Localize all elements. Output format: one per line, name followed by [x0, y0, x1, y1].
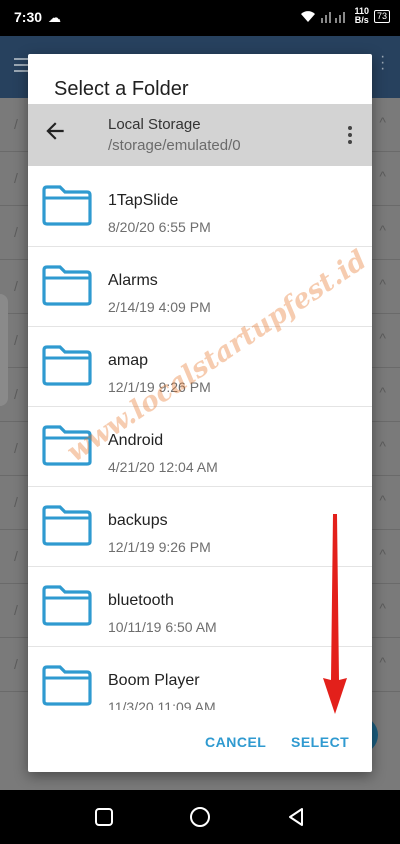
status-icons: 110 B/s 73	[300, 7, 390, 25]
cloud-icon: ☁	[48, 10, 61, 25]
folder-icon	[42, 345, 92, 386]
folder-name: Alarms	[108, 272, 158, 289]
folder-name: Boom Player	[108, 672, 200, 689]
folder-name: 1TapSlide	[108, 192, 179, 209]
folder-date: 8/20/20 6:55 PM	[108, 219, 211, 235]
folder-date: 4/21/20 12:04 AM	[108, 459, 218, 475]
location-title: Local Storage	[108, 116, 201, 133]
folder-name: bluetooth	[108, 592, 174, 609]
wifi-icon	[301, 11, 316, 22]
more-vert-icon: · · ·	[380, 48, 386, 77]
back-triangle-icon[interactable]	[284, 805, 308, 829]
folder-icon	[42, 265, 92, 306]
status-time: 7:30	[14, 9, 43, 25]
signal-icon	[321, 12, 346, 23]
more-vert-icon[interactable]	[348, 126, 352, 147]
folder-name: backups	[108, 512, 168, 529]
battery-icon: 73	[373, 9, 390, 23]
status-bar: 7:30 ☁ 110 B/s 73	[0, 0, 400, 36]
red-arrow-annotation	[323, 514, 347, 714]
folder-icon	[42, 505, 92, 546]
folder-item[interactable]: 1TapSlide 8/20/20 6:55 PM	[28, 166, 372, 247]
dialog-actions: CANCEL SELECT	[28, 710, 372, 772]
folder-date: 12/1/19 9:26 PM	[108, 539, 211, 555]
recents-square-icon[interactable]	[92, 805, 116, 829]
network-speed: 110 B/s	[354, 7, 369, 25]
folder-icon	[42, 665, 92, 706]
location-path: /storage/emulated/0	[108, 137, 241, 154]
folder-date: 10/11/19 6:50 AM	[108, 619, 217, 635]
network-speed-unit: B/s	[354, 15, 369, 25]
battery-level: 73	[376, 10, 387, 21]
folder-icon	[42, 185, 92, 226]
cancel-button[interactable]: CANCEL	[205, 734, 266, 750]
home-circle-icon[interactable]	[188, 805, 212, 829]
drawer-handle	[0, 294, 8, 406]
folder-name: amap	[108, 352, 149, 369]
select-button[interactable]: SELECT	[291, 734, 349, 750]
dialog-title: Select a Folder	[54, 78, 189, 100]
navigation-bar	[0, 790, 400, 844]
folder-date: 11/3/20 11:09 AM	[108, 699, 216, 710]
back-arrow-icon[interactable]	[42, 118, 68, 144]
folder-icon	[42, 585, 92, 626]
path-bar: Local Storage /storage/emulated/0	[28, 104, 372, 166]
folder-date: 2/14/19 4:09 PM	[108, 299, 211, 315]
